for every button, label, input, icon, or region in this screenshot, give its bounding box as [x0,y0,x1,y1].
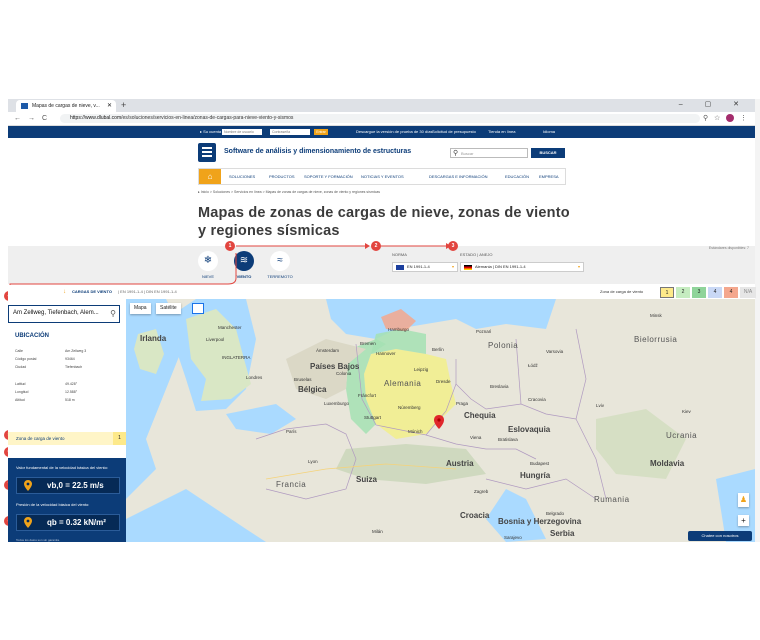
map-label-frankfurt: Fráncfort [358,393,377,398]
map-label-leipzig: Leipzig [414,367,429,372]
map-label-serbia: Serbia [550,529,575,538]
zone-legend-1[interactable]: 1 [660,287,674,298]
wind-zone-row: Zona de carga de viento 1 [8,432,126,445]
qb-box: qb = 0.32 kN/m² [16,514,120,531]
map-label-bruselas: Bruselas [294,377,312,382]
map-label-rumania: Rumania [594,495,630,504]
zone-legend-3[interactable]: 3 [692,287,706,298]
zone-legend-4[interactable]: 4 [708,287,722,298]
map-label-colonia: Colonia [336,371,352,376]
vb-value: vb,0 = 22.5 m/s [47,481,104,490]
map-label-hamburgo: Hamburgo [388,327,410,332]
map-label-bremen: Bremen [360,341,376,346]
vb-label: Valor fundamental de la velocidad básica… [16,465,108,470]
fullscreen-icon[interactable] [192,303,204,314]
row-lat: Latitud 49.428° [15,382,78,386]
map-label-dresde: Dresde [436,379,451,384]
map-label-londres: Londres [246,375,263,380]
map-label-lodz: Łódź [528,363,538,368]
chat-button[interactable]: Chatee con nosotros [688,531,752,541]
map-label-cracovia: Cracovia [528,397,546,402]
row-city: Ciudad Tiefenbach [15,365,83,369]
map-tab-satellite[interactable]: Satélite [156,303,181,314]
map-label-luxemburgo: Luxemburgo [324,401,350,406]
map-tab-map[interactable]: Mapa [130,303,151,314]
search-icon[interactable]: ⚲ [110,306,116,321]
location-pin-icon [24,480,32,491]
map-label-bielorrusia: Bielorrusia [634,335,678,344]
results-panel: Valor fundamental de la velocidad básica… [8,458,126,542]
map-label-poznan: Poznań [476,329,492,334]
map-label-austria: Austria [446,459,474,468]
map-label-lyon: Lyon [308,459,318,464]
map-label-alemania: Alemania [384,379,422,388]
map-label-kiev: Kiev [682,409,691,414]
info-norm: | EN 1991-1-4 | DIN EN 1991-1-4 [118,289,177,294]
map-label-praga: Praga [456,401,469,406]
map-label-budapest: Budapest [530,461,550,466]
row-lon: Longitud 12.588° [15,390,78,394]
map-label-francia: Francia [276,480,307,489]
address-search-input[interactable]: Am Zellweg, Tiefenbach, Alem... ⚲ [8,305,120,323]
row-alt: Altitud 518 m [15,398,75,402]
map-label-croacia: Croacia [460,511,490,520]
row-street: Calle Am Zellweg 3 [15,349,87,353]
wind-zone-label: Zona de carga de viento [16,436,65,441]
location-pin-icon [24,517,32,528]
map-label-liverpool: Liverpool [206,337,225,342]
map-label-inglaterra: INGLATERRA [222,355,251,360]
map-label-bosnia: Bosnia y Herzegovina [498,517,582,526]
wind-zone-value: 1 [113,432,126,445]
map-label-minsk: Minsk [650,313,662,318]
map-label-milan: Milán [372,529,383,534]
map-label-zagreb: Zagreb [474,489,489,494]
map-label-varsovia: Varsovia [546,349,564,354]
map-label-belgica: Bélgica [298,385,327,394]
wind-info-bar: ↓ CARGAS DE VIENTO | EN 1991-1-4 | DIN E… [8,285,756,299]
street-view-icon[interactable]: ♟ [738,493,749,507]
zone-legend-label: Zona de carga de viento [600,289,644,294]
qb-value: qb = 0.32 kN/m² [47,518,106,527]
map-label-manchester: Manchester [218,325,242,330]
map-label-munich: Múnich [408,429,423,434]
map-label-paris: París [286,429,297,434]
annotation-2: 2 [371,241,381,251]
map-label-stuttgart: Stuttgart [364,415,382,420]
map-label-polonia: Polonia [488,341,519,350]
map-label-amsterdam: Ámsterdam [316,348,340,353]
map-label-ucrania: Ucrania [666,431,698,440]
disclaimer: Todos los datos son sin garantía. [16,538,60,542]
zone-legend-2[interactable]: 2 [676,287,690,298]
map-label-lviv: Lviv [596,403,605,408]
annotation-1: 1 [225,241,235,251]
vb-box: vb,0 = 22.5 m/s [16,477,120,494]
map-label-hungria: Hungría [520,471,551,480]
address-value: Am Zellweg, Tiefenbach, Alem... [13,310,99,316]
zoom-in-button[interactable]: + [738,515,749,526]
row-zip: Código postal 93464 [15,357,75,361]
map-label-irlanda: Irlanda [140,334,167,343]
map-label-bratislava: Bratislava [498,437,518,442]
map-label-viena: Viena [470,435,482,440]
map-label-eslovaquia: Eslovaquia [508,425,551,434]
map-label-chequia: Chequia [464,411,496,420]
map-label-paises-bajos: Países Bajos [310,362,360,371]
map-label-nurnberg: Núremberg [398,405,421,410]
map-label-sarajevo: Sarajevo [504,535,522,540]
arrow-down-icon: ↓ [63,289,66,295]
map-label-hannover: Hannover [376,351,396,356]
map-label-berlin: Berlín [432,347,444,352]
wind-zone-map[interactable]: Mapa Satélite Irlanda Manchester Liverpo… [126,299,755,542]
map-label-wroclaw: Breslavia [490,384,509,389]
map-label-suiza: Suiza [356,475,377,484]
zone-legend-na[interactable]: N/A [740,287,756,298]
annotation-3: 3 [448,241,458,251]
zone-legend-4b[interactable]: 4 [724,287,738,298]
info-title: CARGAS DE VIENTO [72,289,112,294]
map-label-belgrado: Belgrado [546,511,565,516]
location-title: UBICACIÓN [15,333,49,339]
map-label-moldavia: Moldavia [650,459,685,468]
qb-label: Presión de la velocidad básica del vient… [16,502,90,507]
